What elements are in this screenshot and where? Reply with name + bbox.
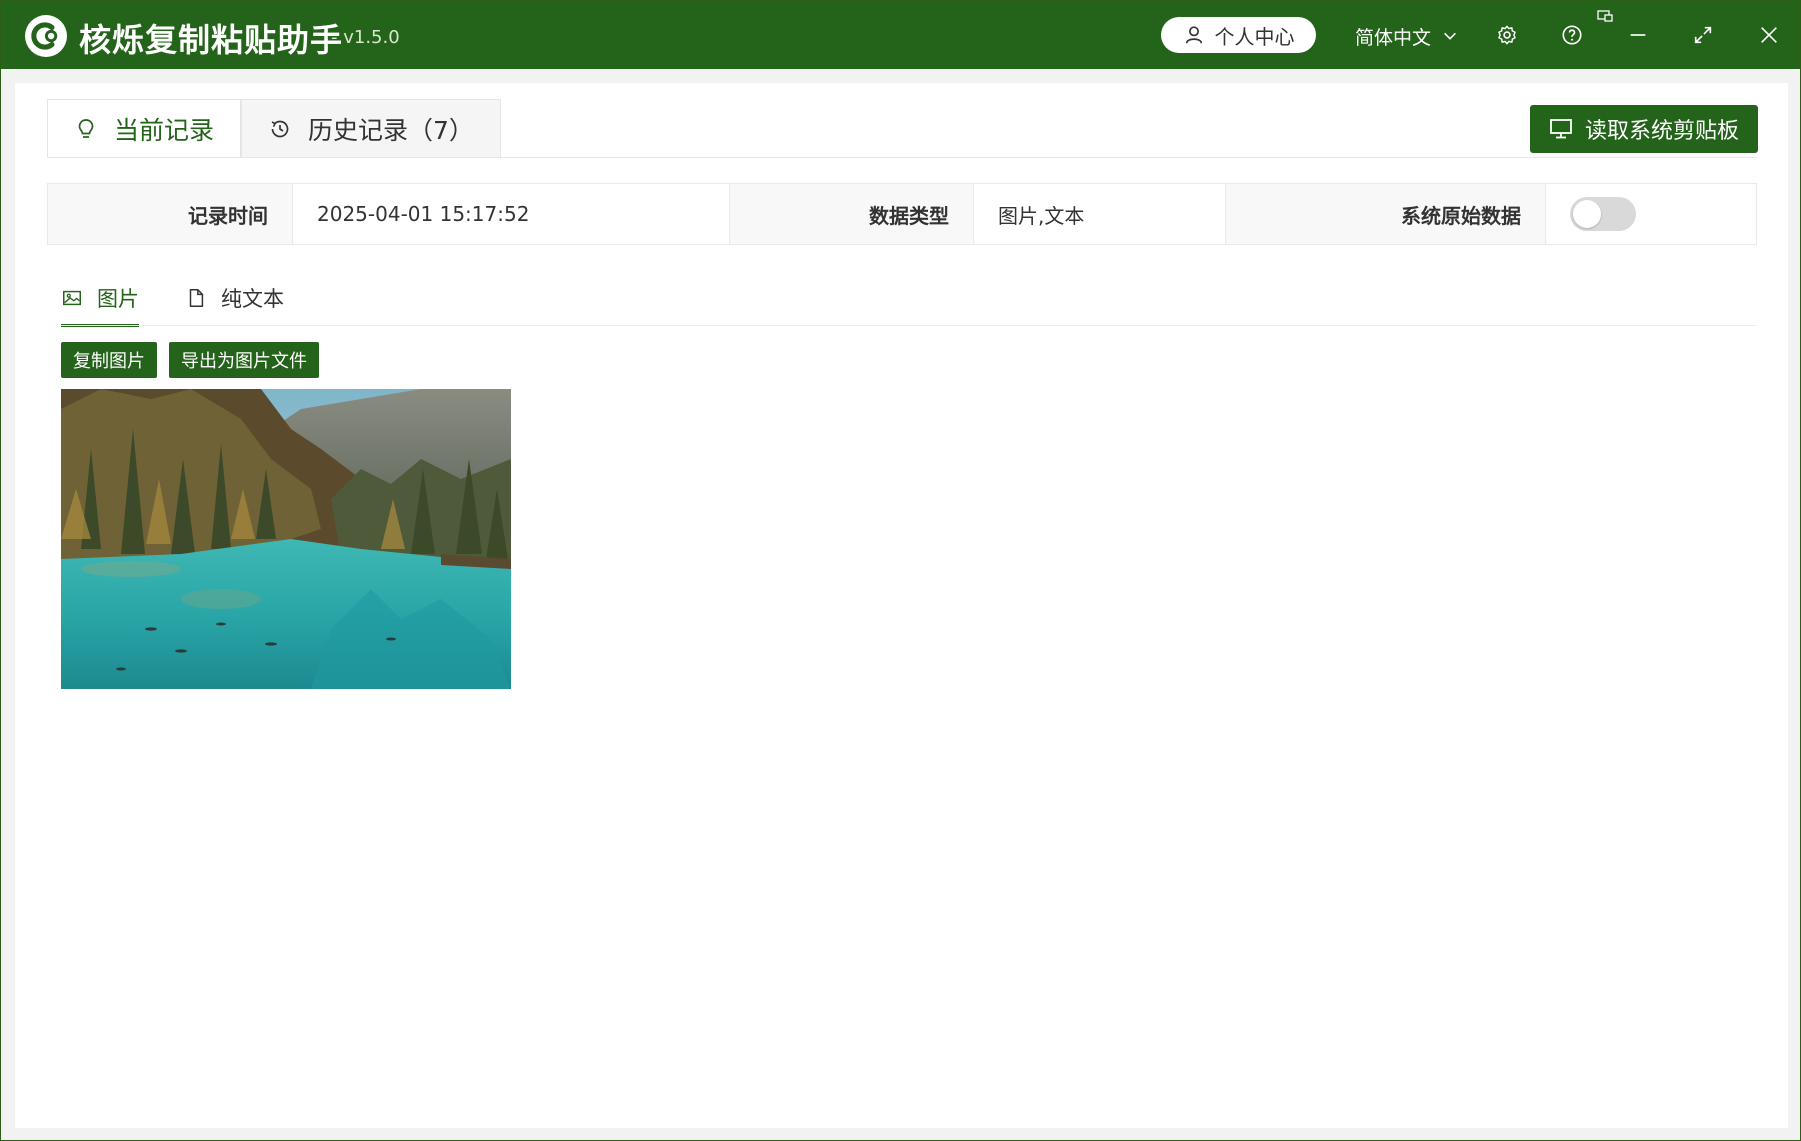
- close-button[interactable]: [1753, 19, 1785, 51]
- subtab-image[interactable]: 图片: [61, 275, 139, 327]
- app-version: - v1.5.0: [331, 27, 400, 48]
- raw-data-toggle[interactable]: [1570, 197, 1636, 231]
- maximize-button[interactable]: [1687, 19, 1719, 51]
- subtab-plain-text[interactable]: 纯文本: [185, 275, 284, 321]
- tab-history-record[interactable]: 历史记录（7）: [241, 99, 501, 157]
- main-panel: 当前记录 历史记录（7） 读取系统剪贴板 记录时间 2025-04-01 15:…: [15, 83, 1788, 1128]
- language-select[interactable]: 简体中文: [1355, 19, 1459, 53]
- record-time-label: 记录时间: [48, 184, 293, 244]
- data-type-value: 图片,文本: [974, 184, 1226, 244]
- minimize-button[interactable]: [1622, 19, 1654, 51]
- tab-label: 历史记录（7）: [308, 115, 474, 145]
- help-icon: [1562, 25, 1582, 45]
- tabs-divider: [47, 157, 1757, 158]
- app-title: 核烁复制粘贴助手: [79, 21, 344, 59]
- app-logo-icon: [25, 15, 67, 57]
- gear-icon: [1498, 25, 1516, 45]
- monitor-icon: [1550, 119, 1572, 139]
- title-bar[interactable]: 核烁复制粘贴助手 - v1.5.0 个人中心 简体中文: [1, 1, 1800, 69]
- export-image-file-button[interactable]: 导出为图片文件: [169, 342, 319, 378]
- subtab-label: 纯文本: [221, 287, 284, 311]
- tab-label: 当前记录: [114, 115, 215, 145]
- record-tabs: 当前记录 历史记录（7）: [47, 99, 501, 157]
- record-info-row: 记录时间 2025-04-01 15:17:52 数据类型 图片,文本 系统原始…: [47, 183, 1757, 245]
- subtabs-divider: [61, 325, 1757, 326]
- read-clipboard-label: 读取系统剪贴板: [1584, 119, 1739, 144]
- copy-image-button[interactable]: 复制图片: [61, 342, 157, 378]
- read-system-clipboard-button[interactable]: 读取系统剪贴板: [1530, 105, 1758, 153]
- profile-center-label: 个人中心: [1214, 24, 1295, 49]
- minimize-icon: [1630, 34, 1646, 36]
- app-window: 核烁复制粘贴助手 - v1.5.0 个人中心 简体中文 当前记录 历史记录（7）…: [0, 0, 1801, 1141]
- data-type-label: 数据类型: [730, 184, 974, 244]
- window-pin-icon[interactable]: [1597, 9, 1613, 23]
- content-subtabs: 图片 纯文本: [61, 275, 284, 327]
- history-icon: [271, 120, 289, 137]
- profile-center-button[interactable]: 个人中心: [1161, 17, 1316, 53]
- user-icon: [1185, 26, 1202, 44]
- clipboard-image-preview: [61, 389, 511, 689]
- close-icon: [1761, 27, 1777, 43]
- raw-data-label: 系统原始数据: [1226, 184, 1546, 244]
- lightbulb-icon: [78, 118, 94, 138]
- tab-current-record[interactable]: 当前记录: [47, 99, 242, 157]
- help-button[interactable]: [1556, 19, 1588, 51]
- image-icon: [63, 290, 81, 306]
- raw-data-toggle-cell: [1546, 184, 1756, 244]
- chevron-down-icon: [1444, 32, 1456, 40]
- subtab-label: 图片: [97, 287, 139, 311]
- document-icon: [189, 289, 204, 307]
- settings-button[interactable]: [1491, 19, 1523, 51]
- expand-icon: [1694, 26, 1712, 44]
- language-label: 简体中文: [1355, 26, 1432, 49]
- record-time-value: 2025-04-01 15:17:52: [293, 184, 730, 244]
